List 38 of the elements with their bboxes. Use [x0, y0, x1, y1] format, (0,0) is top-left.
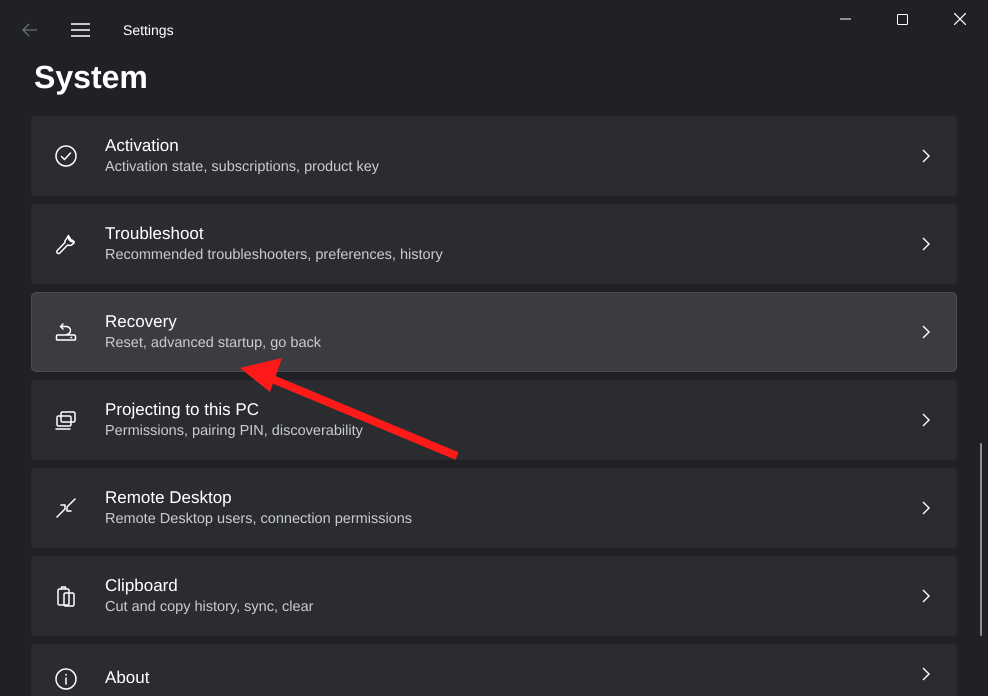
minimize-icon [840, 18, 851, 20]
item-description: Permissions, pairing PIN, discoverability [105, 422, 363, 441]
settings-item[interactable]: Remote Desktop Remote Desktop users, connection permissions [31, 468, 957, 548]
info-icon [54, 667, 78, 691]
settings-item[interactable]: Clipboard Cut and copy history, sync, clear [31, 556, 957, 636]
maximize-icon [897, 14, 908, 24]
chevron-right-icon [922, 413, 930, 427]
chevron-right-icon [922, 589, 930, 603]
page-heading: System [34, 58, 149, 97]
item-description: Remote Desktop users, connection permissions [105, 510, 412, 529]
settings-item[interactable]: Projecting to this PC Permissions, pairing PIN, discoverability [31, 380, 957, 460]
chevron-right-icon [922, 667, 930, 681]
item-title: Remote Desktop [105, 487, 233, 509]
item-title: Recovery [105, 311, 178, 333]
chevron-right-icon [922, 501, 930, 515]
item-title: Activation [105, 135, 180, 157]
settings-item[interactable]: Activation Activation state, subscriptions, product key [31, 116, 957, 196]
wrench-icon [54, 232, 78, 256]
settings-item[interactable]: Troubleshoot Recommended troubleshooters, preferences, history [31, 204, 957, 284]
item-title: About [105, 667, 150, 689]
item-title: Clipboard [105, 575, 179, 597]
item-description: Cut and copy history, sync, clear [105, 598, 314, 617]
item-title: Troubleshoot [105, 223, 205, 245]
item-title: Projecting to this PC [105, 399, 260, 421]
settings-item[interactable]: Recovery Reset, advanced startup, go back [31, 292, 957, 372]
window-title: Settings [123, 20, 174, 40]
back-arrow-icon [22, 23, 38, 37]
chevron-right-icon [922, 149, 930, 163]
check-circle-icon [54, 144, 78, 168]
remote-desktop-icon [54, 496, 78, 520]
item-description: Recommended troubleshooters, preferences, history [105, 246, 443, 265]
item-description: Reset, advanced startup, go back [105, 334, 322, 353]
menu-icon [70, 23, 90, 37]
chevron-right-icon [922, 237, 930, 251]
settings-item[interactable]: About [31, 644, 957, 696]
chevron-right-icon [922, 325, 930, 339]
item-description: Activation state, subscriptions, product key [105, 158, 380, 177]
close-icon [954, 13, 966, 25]
